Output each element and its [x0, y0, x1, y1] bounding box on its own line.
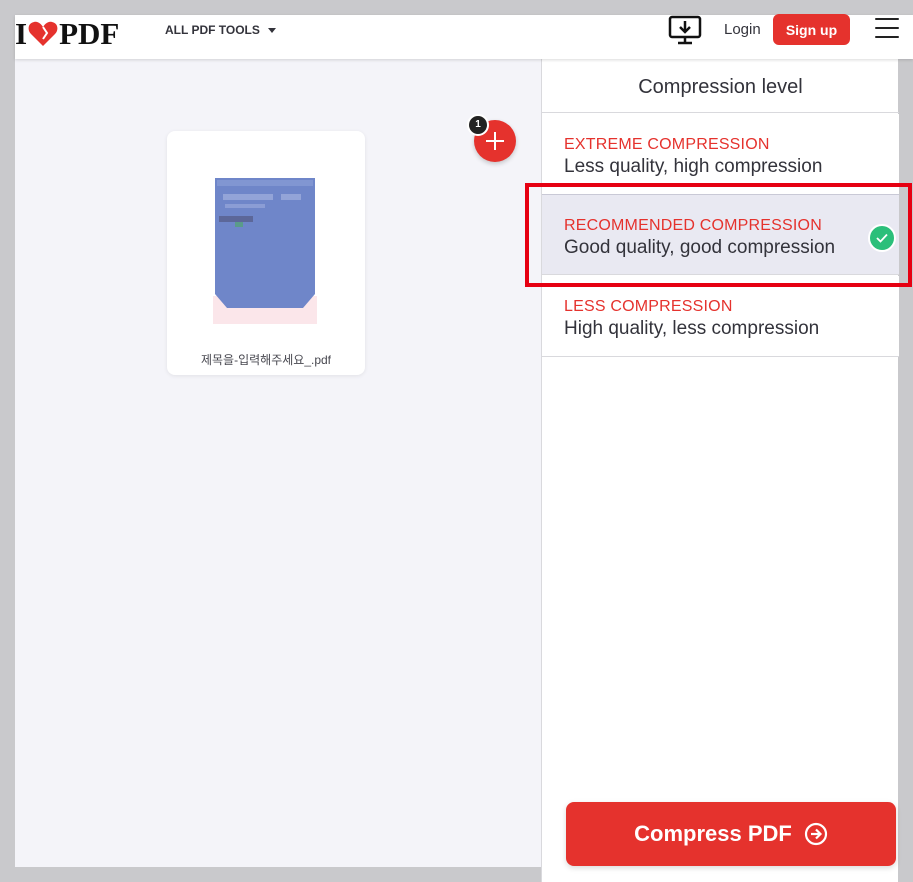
login-link[interactable]: Login [724, 15, 761, 45]
plus-icon [494, 132, 496, 150]
chevron-down-icon [267, 27, 276, 33]
check-icon [868, 224, 896, 252]
menu-bar [875, 18, 899, 20]
option-description: Good quality, good compression [564, 237, 836, 258]
signup-button[interactable]: Sign up [773, 14, 850, 45]
option-title: EXTREME COMPRESSION [564, 136, 770, 153]
option-recommended-compression[interactable]: RECOMMENDED COMPRESSION Good quality, go… [542, 194, 899, 275]
hamburger-menu-icon[interactable] [875, 18, 899, 38]
pdf-thumbnail [213, 178, 317, 324]
menu-bar [875, 27, 899, 29]
desktop-download-icon[interactable] [668, 15, 702, 45]
option-extreme-compression[interactable]: EXTREME COMPRESSION Less quality, high c… [542, 114, 899, 195]
compress-label: Compress PDF [634, 821, 792, 846]
file-workspace: 제목을-입력해주세요_.pdf 1 [15, 59, 541, 867]
sidebar-title: Compression level [542, 59, 899, 113]
compress-pdf-button[interactable]: Compress PDF [566, 802, 896, 866]
logo-text-i: I [15, 16, 28, 51]
all-pdf-tools-menu[interactable]: ALL PDF TOOLS [165, 15, 276, 45]
ilovepdf-logo[interactable]: I PDF [15, 16, 120, 51]
heart-icon [28, 21, 58, 46]
option-title: RECOMMENDED COMPRESSION [564, 217, 822, 234]
option-description: Less quality, high compression [564, 156, 823, 177]
file-name: 제목을-입력해주세요_.pdf [200, 353, 332, 367]
file-card[interactable]: 제목을-입력해주세요_.pdf [167, 131, 365, 375]
menu-bar [875, 36, 899, 38]
top-header: I PDF ALL PDF TOOLS Login Sign up [15, 14, 913, 59]
logo-text-pdf: PDF [59, 16, 120, 51]
options-sidebar: Compression level EXTREME COMPRESSION Le… [541, 59, 899, 882]
arrow-right-circle-icon [804, 822, 827, 846]
file-count-badge: 1 [467, 114, 489, 136]
option-description: High quality, less compression [564, 318, 820, 339]
tools-menu-label: ALL PDF TOOLS [165, 23, 260, 37]
option-title: LESS COMPRESSION [564, 298, 733, 315]
option-less-compression[interactable]: LESS COMPRESSION High quality, less comp… [542, 276, 899, 357]
